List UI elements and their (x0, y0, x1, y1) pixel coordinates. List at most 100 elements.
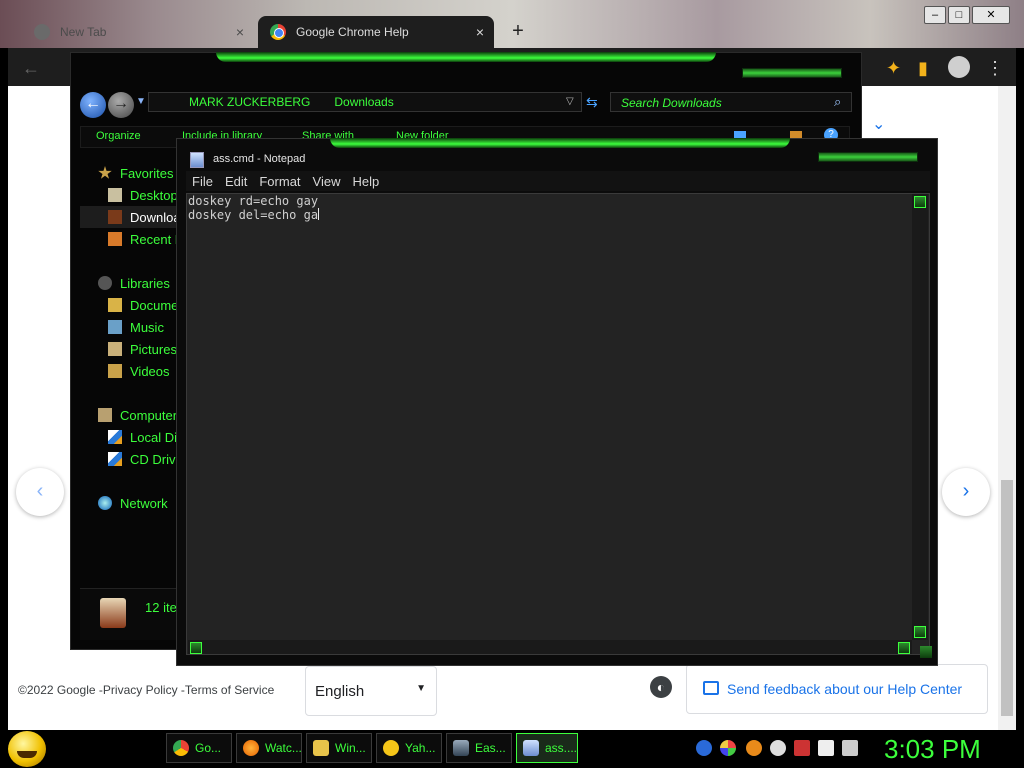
nav-item-documents[interactable]: Documents (80, 294, 178, 316)
network-icon (98, 496, 112, 510)
tab-google-chrome-help[interactable]: Google Chrome Help × (258, 16, 494, 48)
explorer-search-input[interactable]: Search Downloads (610, 92, 852, 112)
desktop-icon (108, 188, 122, 202)
text-line-with-caret: doskey del=echo ga (188, 208, 320, 222)
search-tray-icon[interactable] (746, 740, 762, 756)
tab-new-tab[interactable]: New Tab × (22, 16, 254, 48)
notepad-vertical-scrollbar[interactable] (912, 194, 928, 640)
taskbar-item-notepad[interactable]: ass.... (516, 733, 578, 763)
nav-item-videos[interactable]: Videos (80, 360, 178, 382)
taskbar-label: Yah... (405, 741, 436, 755)
documents-icon (108, 298, 122, 312)
close-window-icon[interactable]: ✕ (972, 6, 1010, 24)
text-line: doskey rd=echo gay (188, 194, 319, 208)
windows-flag-tray-icon[interactable] (720, 740, 736, 756)
taskbar-clock[interactable]: 3:03 PM (884, 734, 981, 765)
taskbar-item-explorer[interactable]: Win... (306, 733, 372, 763)
taskbar-item-yahoo[interactable]: Yah... (376, 733, 442, 763)
language-value: English (315, 683, 365, 700)
cd-drive-icon (108, 452, 122, 466)
explorer-address-bar[interactable]: MARK ZUCKERBERG Downloads (148, 92, 582, 112)
send-feedback-button[interactable]: Send feedback about our Help Center (686, 664, 988, 714)
nav-item-libraries[interactable]: Libraries (80, 272, 178, 294)
new-tab-button[interactable]: + (508, 20, 528, 43)
minimize-icon[interactable]: – (924, 6, 946, 24)
nav-item-desktop[interactable]: Desktop (80, 184, 178, 206)
taskbar-item-easy[interactable]: Eas... (446, 733, 512, 763)
carousel-next-button[interactable]: › (942, 468, 990, 516)
taskbar (0, 730, 1024, 768)
scroll-left-icon[interactable] (190, 642, 202, 654)
nav-item-recent-places[interactable]: Recent Places (80, 228, 178, 250)
nav-label: Computer (120, 407, 178, 423)
action-center-flag-icon[interactable] (794, 740, 810, 756)
scroll-down-icon[interactable] (914, 626, 926, 638)
network-tray-icon[interactable] (818, 740, 834, 756)
breadcrumb-user[interactable]: MARK ZUCKERBERG (189, 95, 310, 109)
menu-edit[interactable]: Edit (225, 174, 247, 189)
pictures-icon (108, 342, 122, 356)
resize-grip-icon[interactable] (920, 646, 932, 658)
close-tab-icon[interactable]: × (236, 24, 244, 40)
profile-avatar-icon[interactable] (948, 56, 970, 78)
notepad-window-controls[interactable] (818, 152, 918, 162)
maximize-icon[interactable]: □ (948, 6, 970, 24)
explorer-forward-button[interactable]: → (108, 92, 134, 118)
notepad-icon (190, 152, 204, 168)
nav-item-music[interactable]: Music (80, 316, 178, 338)
scroll-right-icon[interactable] (898, 642, 910, 654)
local-disk-icon (108, 430, 122, 444)
music-icon (108, 320, 122, 334)
taskbar-label: ass.... (545, 741, 578, 755)
volume-icon[interactable] (842, 740, 858, 756)
nav-label: Videos (130, 363, 170, 379)
nav-item-favorites[interactable]: Favorites (80, 162, 178, 184)
notepad-icon (523, 740, 539, 756)
dropdown-caret-icon: ▼ (416, 683, 426, 694)
explorer-back-button[interactable]: ← (80, 92, 106, 118)
address-dropdown-icon[interactable]: ▽ (566, 96, 574, 107)
puzzle-extension-icon[interactable]: ✦ (886, 58, 901, 79)
nav-label: Music (130, 319, 164, 335)
nav-item-network[interactable]: Network (80, 492, 178, 514)
dark-mode-toggle-icon[interactable]: ◐ (650, 676, 672, 698)
language-select[interactable]: English ▼ (305, 666, 437, 716)
start-button[interactable] (8, 731, 46, 767)
menu-help[interactable]: Help (352, 174, 379, 189)
taskbar-item-chrome[interactable]: Go... (166, 733, 232, 763)
recent-pages-dropdown-icon[interactable]: ▼ (136, 96, 146, 107)
carousel-previous-button[interactable]: ‹ (16, 468, 64, 516)
kebab-menu-icon[interactable]: ⋮ (986, 58, 1004, 79)
menu-view[interactable]: View (313, 174, 341, 189)
nav-item-pictures[interactable]: Pictures (80, 338, 178, 360)
nav-item-downloads[interactable]: Downloads (80, 206, 178, 228)
notepad-content[interactable]: doskey rd=echo gay doskey del=echo ga (188, 194, 320, 222)
footer-copyright-links[interactable]: ©2022 Google -Privacy Policy -Terms of S… (18, 683, 274, 697)
nav-label: Downloads (130, 209, 178, 225)
status-tray-icon[interactable] (770, 740, 786, 756)
media-player-tray-icon[interactable] (696, 740, 712, 756)
breadcrumb-downloads[interactable]: Downloads (334, 95, 393, 109)
nav-item-cd-drive[interactable]: CD Drive (80, 448, 178, 470)
nav-item-local-disk[interactable]: Local Disk (80, 426, 178, 448)
menu-format[interactable]: Format (259, 174, 300, 189)
back-arrow-icon[interactable]: ← (22, 58, 40, 79)
notepad-horizontal-scrollbar[interactable] (188, 640, 912, 654)
page-scroll-thumb[interactable] (1001, 480, 1013, 716)
organize-button[interactable]: Organize (96, 130, 141, 142)
side-panel-icon[interactable]: ▮ (918, 58, 928, 79)
explorer-navigation-pane: Favorites Desktop Downloads Recent Place… (80, 162, 178, 514)
yahoo-smiley-icon (383, 740, 399, 756)
taskbar-item-firefox[interactable]: Watc... (236, 733, 302, 763)
refresh-icon[interactable]: ⇆ (586, 94, 598, 111)
explorer-window-controls[interactable] (742, 68, 842, 78)
search-icon[interactable]: ⌕ (834, 94, 841, 110)
menu-file[interactable]: File (192, 174, 213, 189)
chevron-down-icon[interactable]: ⌄ (872, 114, 885, 134)
scroll-up-icon[interactable] (914, 196, 926, 208)
close-tab-icon[interactable]: × (476, 24, 484, 40)
nav-item-computer[interactable]: Computer (80, 404, 178, 426)
notepad-text-area[interactable] (186, 193, 930, 655)
folder-icon (313, 740, 329, 756)
